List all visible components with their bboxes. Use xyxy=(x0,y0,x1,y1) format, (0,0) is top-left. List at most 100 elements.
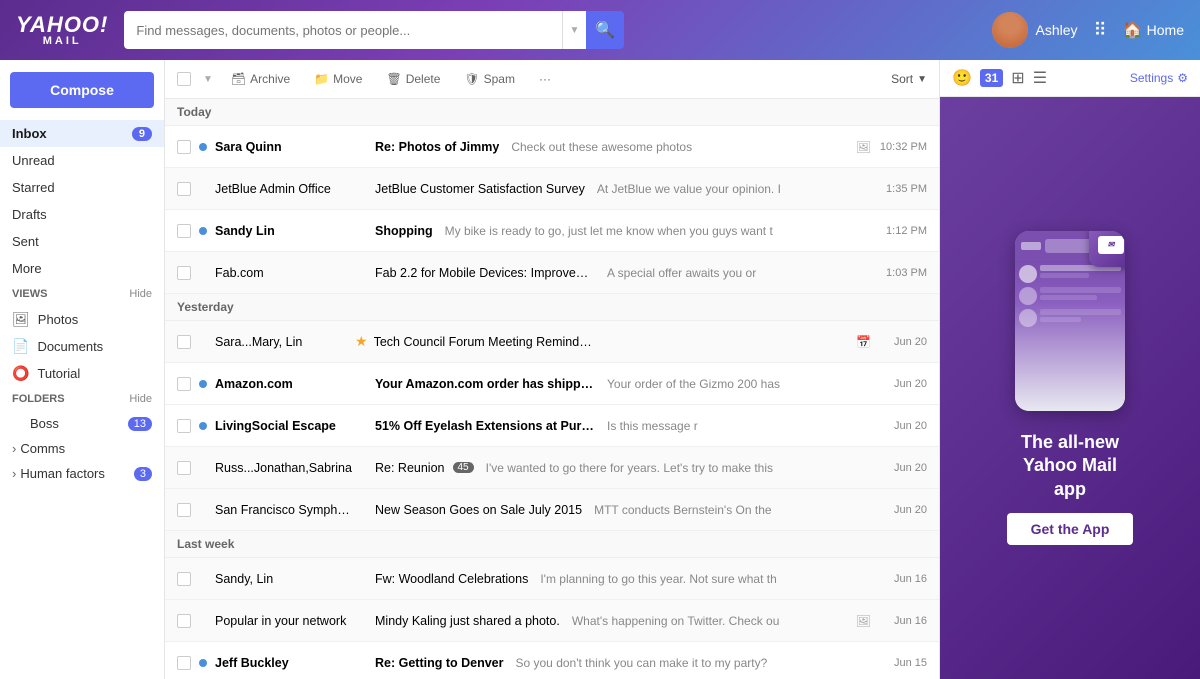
sidebar-item-unread[interactable]: Unread xyxy=(0,147,164,174)
email-checkbox[interactable] xyxy=(177,266,191,280)
email-content: Fw: Woodland Celebrations I'm planning t… xyxy=(375,572,869,586)
email-checkbox[interactable] xyxy=(177,182,191,196)
search-dropdown-button[interactable]: ▼ xyxy=(562,11,586,49)
email-checkbox[interactable] xyxy=(177,224,191,238)
sidebar-item-comms[interactable]: › Comms xyxy=(0,436,164,461)
email-subject: New Season Goes on Sale July 2015 xyxy=(375,503,582,517)
main-layout: Compose Inbox 9 Unread Starred Drafts Se… xyxy=(0,60,1200,679)
move-button[interactable]: 📁 Move xyxy=(308,68,368,90)
comms-label: Comms xyxy=(20,441,65,456)
apps-icon[interactable]: ⠿ xyxy=(1094,20,1107,41)
email-list: ▼ 🗃 Archive 📁 Move 🗑 Delete 🛡 Spam ··· xyxy=(165,60,940,679)
email-checkbox[interactable] xyxy=(177,614,191,628)
section-last-week: Last week xyxy=(165,531,939,558)
email-checkbox[interactable] xyxy=(177,656,191,670)
search-button[interactable]: 🔍 xyxy=(586,11,624,49)
drafts-label: Drafts xyxy=(12,207,47,222)
email-row[interactable]: Sara Quinn Re: Photos of Jimmy Check out… xyxy=(165,126,939,168)
email-checkbox[interactable] xyxy=(177,335,191,349)
email-row[interactable]: Popular in your network Mindy Kaling jus… xyxy=(165,600,939,642)
sidebar-item-boss[interactable]: Boss 13 xyxy=(0,411,164,436)
email-row[interactable]: Amazon.com Your Amazon.com order has shi… xyxy=(165,363,939,405)
unread-indicator xyxy=(199,143,207,151)
email-subject: Fab 2.2 for Mobile Devices: Improved Dig… xyxy=(375,266,595,280)
email-subject: Re: Getting to Denver xyxy=(375,656,504,670)
email-sender: Popular in your network xyxy=(215,614,355,628)
compose-button[interactable]: Compose xyxy=(10,72,154,108)
folders-hide-button[interactable]: Hide xyxy=(129,393,152,405)
calendar-icon: 📅 xyxy=(856,335,871,349)
email-row[interactable]: Jeff Buckley Re: Getting to Denver So yo… xyxy=(165,642,939,679)
calendar-panel-icon[interactable]: 31 xyxy=(980,69,1003,87)
right-panel: 🙂 31 ⊞ ☰ Settings ⚙ xyxy=(940,60,1200,679)
ad-phone-mockup: ✉ xyxy=(1015,231,1125,411)
section-yesterday: Yesterday xyxy=(165,294,939,321)
section-today: Today xyxy=(165,99,939,126)
sidebar-item-tutorial[interactable]: ⭕ Tutorial xyxy=(0,360,164,387)
email-sender: JetBlue Admin Office xyxy=(215,182,355,196)
email-row[interactable]: Sandy, Lin Fw: Woodland Celebrations I'm… xyxy=(165,558,939,600)
smiley-icon[interactable]: 🙂 xyxy=(952,68,972,88)
email-checkbox[interactable] xyxy=(177,503,191,517)
email-time: Jun 16 xyxy=(877,615,927,627)
sidebar-item-more[interactable]: More xyxy=(0,255,164,282)
unread-indicator xyxy=(199,659,207,667)
get-app-button[interactable]: Get the App xyxy=(1007,513,1134,545)
email-content: 51% Off Eyelash Extensions at Pure Envy … xyxy=(375,419,869,433)
sidebar-item-human-factors[interactable]: › Human factors 3 xyxy=(0,461,164,486)
archive-button[interactable]: 🗃 Archive xyxy=(225,68,296,90)
email-sender: Sandy Lin xyxy=(215,224,355,238)
email-row[interactable]: Sara...Mary, Lin ★ Tech Council Forum Me… xyxy=(165,321,939,363)
email-preview: Is this message r xyxy=(607,419,869,433)
sort-button[interactable]: Sort ▼ xyxy=(891,72,927,86)
search-input[interactable] xyxy=(124,11,561,49)
views-section-header: Views Hide xyxy=(0,282,164,306)
email-checkbox[interactable] xyxy=(177,419,191,433)
ad-title: The all-newYahoo Mailapp xyxy=(1021,431,1119,501)
select-dropdown-icon[interactable]: ▼ xyxy=(203,74,213,85)
inbox-badge: 9 xyxy=(132,127,152,141)
search-bar: ▼ 🔍 xyxy=(124,11,624,49)
email-meta: 🖼 Jun 16 xyxy=(856,614,927,628)
email-checkbox[interactable] xyxy=(177,377,191,391)
sidebar-item-starred[interactable]: Starred xyxy=(0,174,164,201)
list-icon[interactable]: ☰ xyxy=(1033,68,1047,88)
email-content: Mindy Kaling just shared a photo. What's… xyxy=(375,614,848,628)
sidebar-item-documents[interactable]: 📄 Documents xyxy=(0,333,164,360)
ad-banner: ✉ The all-newYahoo Mailapp Get the App xyxy=(940,97,1200,679)
trash-icon: 🗑 xyxy=(386,72,401,86)
delete-button[interactable]: 🗑 Delete xyxy=(380,68,446,90)
unread-indicator xyxy=(199,227,207,235)
email-row[interactable]: San Francisco Symphony New Season Goes o… xyxy=(165,489,939,531)
spam-button[interactable]: 🛡 Spam xyxy=(458,68,521,90)
unread-indicator xyxy=(199,422,207,430)
email-row[interactable]: Russ...Jonathan,Sabrina Re: Reunion 45 I… xyxy=(165,447,939,489)
email-row[interactable]: Fab.com Fab 2.2 for Mobile Devices: Impr… xyxy=(165,252,939,294)
email-row[interactable]: Sandy Lin Shopping My bike is ready to g… xyxy=(165,210,939,252)
views-hide-button[interactable]: Hide xyxy=(129,288,152,300)
email-preview: So you don't think you can make it to my… xyxy=(516,656,870,670)
move-icon: 📁 xyxy=(314,72,329,86)
email-checkbox[interactable] xyxy=(177,461,191,475)
email-meta: Jun 20 xyxy=(877,378,927,390)
select-all-checkbox[interactable] xyxy=(177,72,191,86)
user-info[interactable]: Ashley xyxy=(992,12,1078,48)
email-checkbox[interactable] xyxy=(177,572,191,586)
email-time: 1:03 PM xyxy=(877,267,927,279)
email-content: Re: Reunion 45 I've wanted to go there f… xyxy=(375,461,869,475)
home-icon: 🏠 xyxy=(1123,20,1143,40)
grid-icon[interactable]: ⊞ xyxy=(1011,68,1024,88)
more-actions-button[interactable]: ··· xyxy=(533,68,557,90)
chevron-right-icon: › xyxy=(12,441,16,456)
views-label: Views xyxy=(12,288,47,300)
email-meta: 1:12 PM xyxy=(877,225,927,237)
settings-link[interactable]: Settings ⚙ xyxy=(1130,71,1188,85)
email-row[interactable]: LivingSocial Escape 51% Off Eyelash Exte… xyxy=(165,405,939,447)
sidebar-item-sent[interactable]: Sent xyxy=(0,228,164,255)
sidebar-item-drafts[interactable]: Drafts xyxy=(0,201,164,228)
email-row[interactable]: JetBlue Admin Office JetBlue Customer Sa… xyxy=(165,168,939,210)
home-link[interactable]: 🏠 Home xyxy=(1123,20,1184,40)
sidebar-item-inbox[interactable]: Inbox 9 xyxy=(0,120,164,147)
email-checkbox[interactable] xyxy=(177,140,191,154)
sidebar-item-photos[interactable]: 🖼 Photos xyxy=(0,306,164,333)
